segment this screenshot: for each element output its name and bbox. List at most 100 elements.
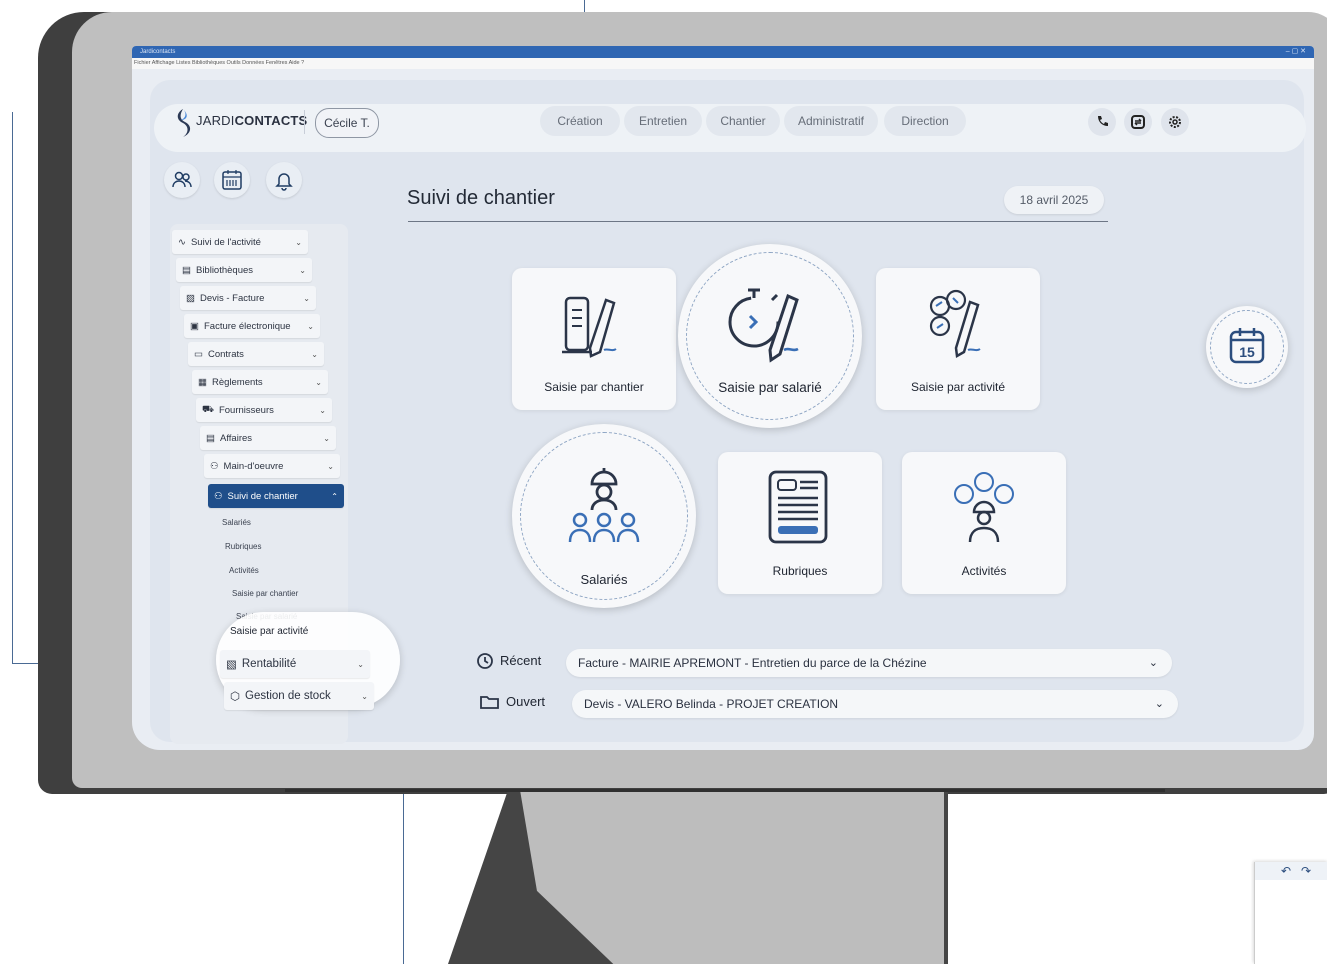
chevron-down-icon: ⌄ xyxy=(303,293,310,303)
activity-icon: ∿ xyxy=(178,236,186,248)
sidebar-item-main-oeuvre[interactable]: ⚇ Main-d'oeuvre ⌄ xyxy=(204,454,340,478)
stopwatch-pencil-icon xyxy=(728,288,799,363)
sidebar-subitem-saisie-activite[interactable]: Saisie par activité xyxy=(230,626,308,637)
notifications-button[interactable] xyxy=(266,162,302,198)
undo-icon: ↶ xyxy=(1281,864,1292,878)
recent-label: Récent xyxy=(500,653,542,668)
tab-entretien[interactable]: Entretien xyxy=(624,106,702,136)
recent-dropdown[interactable]: Facture - MAIRIE APREMONT - Entretien du… xyxy=(566,649,1172,677)
sidebar-item-rentabilite[interactable]: ▧ Rentabilité ⌄ xyxy=(220,650,370,678)
contacts-button[interactable] xyxy=(164,162,200,198)
remote-icon xyxy=(1131,115,1145,129)
tab-administratif[interactable]: Administratif xyxy=(784,106,878,136)
activities-pencil-icon xyxy=(929,289,981,359)
chevron-down-icon: ⌄ xyxy=(307,321,314,331)
date-chip[interactable]: 18 avril 2025 xyxy=(1004,186,1104,214)
sidebar-item-affaires[interactable]: ▤ Affaires ⌄ xyxy=(200,426,336,450)
card-salaries[interactable]: Salariés xyxy=(512,424,696,608)
chevron-down-icon: ⌄ xyxy=(299,265,306,275)
settings-button[interactable] xyxy=(1161,108,1189,136)
sidebar-item-reglements[interactable]: ▦ Règlements ⌄ xyxy=(192,370,328,394)
window-controls[interactable]: ‒ ▢ ✕ xyxy=(1286,46,1306,58)
card-activites[interactable]: Activités xyxy=(902,452,1066,594)
monitor-bottom-line xyxy=(285,789,1165,792)
phone-icon xyxy=(1098,116,1108,126)
redo-icon: ↷ xyxy=(1301,864,1312,878)
tab-chantier[interactable]: Chantier xyxy=(706,106,780,136)
callout-line-left-vertical xyxy=(12,112,13,664)
workforce-icon: ⚇ xyxy=(210,460,219,472)
user-chip[interactable]: Cécile T. xyxy=(315,108,379,138)
chevron-down-icon: ⌄ xyxy=(361,691,368,701)
card-saisie-activite[interactable]: Saisie par activité xyxy=(876,268,1040,410)
card-label: Saisie par chantier xyxy=(544,380,644,394)
sidebar-item-facture-electronique[interactable]: ▣ Facture électronique ⌄ xyxy=(184,314,320,338)
chevron-up-icon: ⌃ xyxy=(331,491,338,501)
sidebar-item-gestion-stock[interactable]: ⬡ Gestion de stock ⌄ xyxy=(224,682,374,710)
rentabilite-icon: ▧ xyxy=(226,659,237,671)
payment-icon: ▦ xyxy=(198,376,207,388)
remote-button[interactable] xyxy=(1124,108,1152,136)
chevron-down-icon: ⌄ xyxy=(315,377,322,387)
chevron-down-icon: ⌄ xyxy=(327,461,334,471)
calendar-icon xyxy=(222,170,242,190)
card-label: Saisie par salarié xyxy=(718,380,822,395)
folder-open-icon xyxy=(480,696,499,709)
clock-icon xyxy=(477,653,493,669)
card-rubriques[interactable]: Rubriques xyxy=(718,452,882,594)
box-icon: ⬡ xyxy=(230,691,241,703)
header-separator xyxy=(304,110,305,134)
chevron-down-icon: ⌄ xyxy=(323,433,330,443)
workers-group-icon xyxy=(568,468,640,543)
calendar-day-number: 15 xyxy=(1239,344,1255,360)
title-underline xyxy=(408,221,1108,222)
quote-icon: ▨ xyxy=(186,292,195,304)
form-document-icon xyxy=(768,470,828,544)
monitor-screen: Jardicontacts ‒ ▢ ✕ Fichier Affichage Li… xyxy=(132,46,1314,750)
truck-icon: ⛟ xyxy=(202,404,214,415)
sidebar-subitem-saisie-chantier[interactable]: Saisie par chantier xyxy=(232,589,298,598)
tab-creation[interactable]: Création xyxy=(540,106,620,136)
open-value: Devis - VALERO Belinda - PROJET CREATION xyxy=(584,697,839,711)
card-label: Saisie par activité xyxy=(910,380,1006,394)
window-titlebar: Jardicontacts xyxy=(132,46,1314,58)
open-dropdown[interactable]: Devis - VALERO Belinda - PROJET CREATION… xyxy=(572,690,1178,718)
chevron-down-icon: ⌄ xyxy=(319,405,326,415)
sidebar-item-fournisseurs[interactable]: ⛟ Fournisseurs ⌄ xyxy=(196,398,332,422)
card-label: Activités xyxy=(961,564,1007,578)
menu-bar[interactable]: Fichier Affichage Listes Bibliothèques O… xyxy=(132,58,1314,69)
gear-icon xyxy=(1169,116,1181,128)
calendar-button[interactable] xyxy=(214,162,250,198)
folder-icon: ▤ xyxy=(206,432,215,444)
sidebar-item-suivi-chantier[interactable]: ⚇ Suivi de chantier ⌃ xyxy=(208,484,344,508)
library-icon: ▤ xyxy=(182,264,191,276)
chevron-down-icon: ⌄ xyxy=(295,237,302,247)
sidebar-item-suivi-activite[interactable]: ∿ Suivi de l'activité ⌄ xyxy=(172,230,308,254)
invoice-icon: ▣ xyxy=(190,320,199,332)
contract-icon: ▭ xyxy=(194,348,203,360)
card-label: Salariés xyxy=(580,572,628,587)
open-label: Ouvert xyxy=(506,694,546,709)
partial-app-window: ↶ ↷ xyxy=(1254,862,1327,964)
calendar-zoom-button[interactable]: 15 xyxy=(1206,306,1288,388)
chevron-down-icon: ⌄ xyxy=(1148,657,1158,669)
page-title: Suivi de chantier xyxy=(407,187,555,209)
sidebar-item-devis-facture[interactable]: ▨ Devis - Facture ⌄ xyxy=(180,286,316,310)
sidebar-item-contrats[interactable]: ▭ Contrats ⌄ xyxy=(188,342,324,366)
sidebar-subitem-salaries[interactable]: Salariés xyxy=(222,518,251,527)
logo-icon xyxy=(177,109,191,137)
chevron-down-icon: ⌄ xyxy=(311,349,318,359)
sidebar-item-bibliotheques[interactable]: ▤ Bibliothèques ⌄ xyxy=(176,258,312,282)
phone-button[interactable] xyxy=(1088,108,1116,136)
card-saisie-salarie[interactable]: Saisie par salarié xyxy=(678,244,862,428)
worker-icon: ⚇ xyxy=(214,490,223,502)
tab-direction[interactable]: Direction xyxy=(884,106,966,136)
window-title: Jardicontacts xyxy=(140,49,176,55)
sidebar-subitem-activites[interactable]: Activités xyxy=(229,566,259,575)
contacts-icon xyxy=(172,171,192,188)
sidebar-subitem-rubriques[interactable]: Rubriques xyxy=(225,542,261,551)
card-saisie-chantier[interactable]: Saisie par chantier xyxy=(512,268,676,410)
recent-value: Facture - MAIRIE APREMONT - Entretien du… xyxy=(578,656,927,670)
pencil-document-icon xyxy=(562,296,617,358)
chevron-down-icon: ⌄ xyxy=(357,659,364,669)
